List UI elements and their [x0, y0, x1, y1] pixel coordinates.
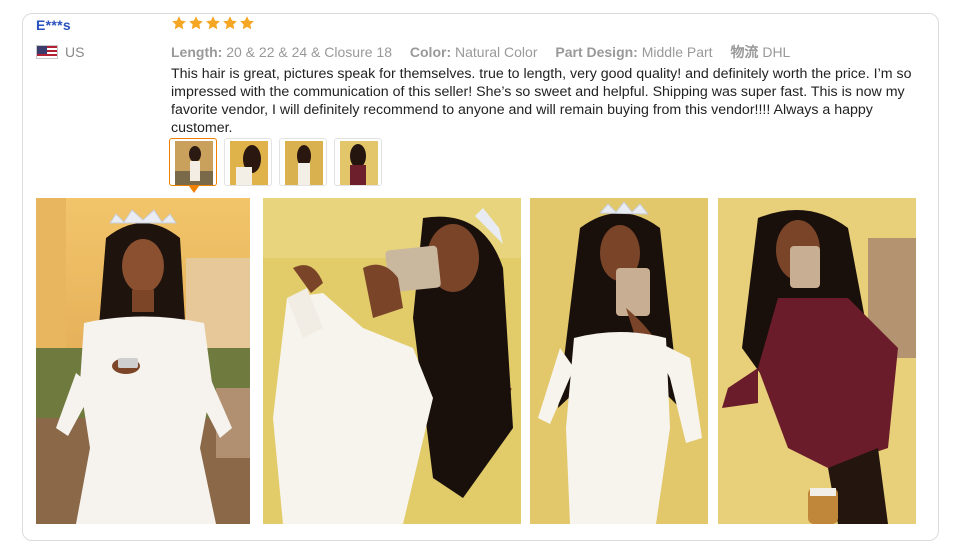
review-photo[interactable] [718, 198, 916, 524]
country-code: US [65, 44, 85, 60]
attribute-color: Color: Natural Color [409, 44, 538, 60]
star-icon [172, 16, 186, 30]
review-text: This hair is great, pictures speak for t… [171, 66, 912, 136]
selected-thumbnail-marker [189, 186, 199, 193]
attribute-length: Length: 20 & 22 & 24 & Closure 18 [171, 44, 392, 60]
star-icon [240, 16, 254, 30]
review-photo[interactable] [263, 198, 521, 524]
reviewer-country: US [36, 44, 84, 60]
star-icon [189, 16, 203, 30]
photo-thumbnail[interactable] [279, 138, 327, 186]
thumbnail-strip [169, 138, 382, 186]
photo-thumbnail[interactable] [224, 138, 272, 186]
star-rating [171, 15, 255, 31]
star-icon [223, 16, 237, 30]
star-icon [206, 16, 220, 30]
photo-thumbnail[interactable] [169, 138, 217, 186]
attribute-part-design: Part Design: Middle Part [555, 44, 713, 60]
attribute-shipping: 物流 DHL [730, 44, 791, 60]
photo-thumbnail[interactable] [334, 138, 382, 186]
review-photo[interactable] [530, 198, 708, 524]
purchase-attributes: Length: 20 & 22 & 24 & Closure 18 Color:… [171, 42, 804, 62]
us-flag-icon [36, 45, 58, 59]
review-photo[interactable] [36, 198, 250, 524]
reviewer-name: E***s [36, 17, 71, 33]
